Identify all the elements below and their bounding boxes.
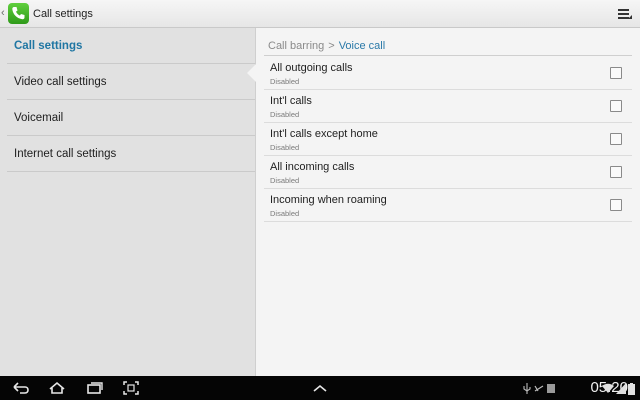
option-title: Int'l calls except home: [270, 128, 378, 140]
signal-icon: [616, 383, 626, 394]
recent-apps-icon[interactable]: [86, 381, 104, 395]
sidebar-item-video-call-settings[interactable]: Video call settings: [7, 64, 255, 100]
menu-icon[interactable]: [618, 7, 632, 21]
sidebar-item-label: Call settings: [14, 40, 83, 52]
usb-icon: [523, 383, 531, 394]
option-status: Disabled: [270, 143, 300, 152]
option-status: Disabled: [270, 110, 300, 119]
breadcrumb-separator-icon: >: [328, 40, 335, 52]
option-status: Disabled: [270, 209, 300, 218]
usb-debugging-icon: [534, 385, 544, 392]
breadcrumb-parent[interactable]: Call barring: [268, 40, 324, 52]
option-title: All outgoing calls: [270, 62, 353, 74]
breadcrumb-current: Voice call: [338, 40, 386, 52]
sidebar-item-voicemail[interactable]: Voicemail: [7, 100, 255, 136]
back-chevron-icon[interactable]: ‹: [1, 7, 5, 19]
sidebar-item-label: Voicemail: [14, 112, 64, 124]
option-title: Incoming when roaming: [270, 194, 387, 206]
barring-option-all-outgoing[interactable]: All outgoing calls Disabled: [264, 57, 632, 90]
sidebar-item-internet-call-settings[interactable]: Internet call settings: [7, 136, 255, 172]
barring-option-all-incoming[interactable]: All incoming calls Disabled: [264, 156, 632, 189]
option-title: All incoming calls: [270, 161, 355, 173]
system-navigation-bar: 05:20: [0, 376, 640, 400]
call-barring-panel: Call barring > Voice call All outgoing cal…: [256, 28, 640, 376]
checkbox[interactable]: [610, 166, 622, 178]
chevron-up-icon[interactable]: [312, 383, 328, 393]
phone-app-icon[interactable]: [8, 3, 29, 24]
barring-option-incoming-roaming[interactable]: Incoming when roaming Disabled: [264, 189, 632, 222]
sidebar-item-call-settings[interactable]: Call settings: [7, 28, 255, 64]
title-bar: ‹ Call settings: [0, 0, 640, 28]
option-title: Int'l calls: [270, 95, 312, 107]
checkbox[interactable]: [610, 67, 622, 79]
selection-pointer: [247, 64, 256, 82]
option-status: Disabled: [270, 77, 300, 86]
home-icon[interactable]: [48, 381, 66, 395]
breadcrumb: Call barring > Voice call: [268, 40, 385, 52]
checkbox[interactable]: [610, 100, 622, 112]
settings-sidebar: Call settings Video call settings Voicem…: [0, 28, 256, 376]
checkbox[interactable]: [610, 199, 622, 211]
sidebar-item-label: Internet call settings: [14, 148, 117, 160]
barring-list: All outgoing calls Disabled Int'l calls …: [264, 57, 632, 222]
barring-option-intl[interactable]: Int'l calls Disabled: [264, 90, 632, 123]
notification-icon: [547, 384, 555, 393]
barring-option-intl-except-home[interactable]: Int'l calls except home Disabled: [264, 123, 632, 156]
back-icon[interactable]: [12, 381, 30, 395]
divider: [264, 55, 632, 56]
option-status: Disabled: [270, 176, 300, 185]
wifi-icon: [602, 383, 614, 393]
app-title: Call settings: [33, 8, 93, 20]
sidebar-item-label: Video call settings: [14, 76, 107, 88]
screenshot-icon[interactable]: [123, 381, 139, 395]
checkbox[interactable]: [610, 133, 622, 145]
battery-icon: [628, 383, 635, 395]
